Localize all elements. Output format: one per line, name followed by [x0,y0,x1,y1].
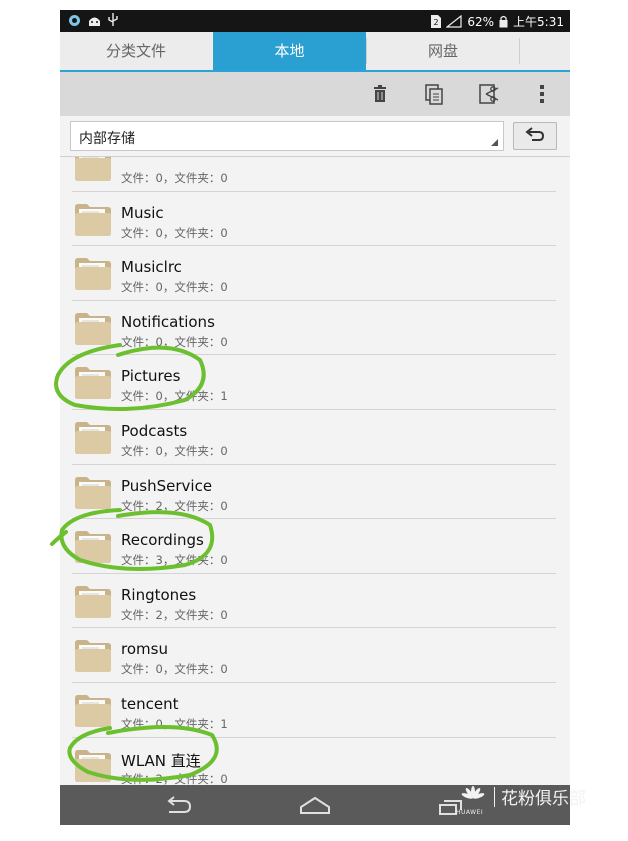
tab-categories[interactable]: 分类文件 [60,32,212,70]
parent-folder-button[interactable] [513,122,557,150]
cut-icon[interactable] [474,80,502,108]
folder-icon [75,312,111,345]
list-item[interactable]: PushService 文件：2，文件夹：0 [60,465,570,520]
watermark: 花粉俱乐部 [458,784,586,809]
clock: 上午5:31 [513,15,564,29]
folder-meta: 文件：0，文件夹：0 [121,280,228,295]
list-item[interactable]: Ringtones 文件：2，文件夹：0 [60,574,570,629]
signal-icon [446,15,462,28]
folder-name: romsu [121,640,168,659]
tab-bar: 分类文件 本地 网盘 [60,32,570,72]
storage-dropdown[interactable]: 内部存储 [70,121,504,151]
folder-name: Music [121,203,164,222]
folder-name: Musiclrc [121,258,182,277]
folder-name: PushService [121,476,213,495]
tab-divider [519,38,520,64]
back-arrow-icon [525,127,545,141]
folder-meta: 文件：0，文件夹：0 [121,225,228,240]
battery-percent: 62% [467,14,495,29]
folder-icon [75,422,111,454]
folder-icon [75,585,111,618]
folder-icon [75,367,111,400]
home-icon[interactable] [297,793,333,817]
folder-list: 文件：0，文件夹：0 Music 文件：0，文件夹：0 Musiclrc 文件：0，文件… [60,156,570,785]
watermark-divider [494,786,495,807]
folder-meta: 文件：0，文件夹：0 [121,444,228,458]
tab-cloud[interactable]: 网盘 [367,32,519,70]
list-item[interactable]: Musiclrc 文件：0，文件夹：0 [60,246,570,301]
folder-meta: 文件：2，文件夹：0 [121,771,228,785]
tab-local[interactable]: 本地 [213,32,366,70]
android-icon [89,17,100,26]
folder-icon [75,476,111,509]
folder-icon [75,640,111,673]
folder-meta: 文件：3，文件夹：0 [121,553,228,568]
list-item[interactable]: Music 文件：0，文件夹：0 [60,192,570,247]
folder-name: tencent [121,695,179,713]
folder-meta: 文件：2，文件夹：0 [121,498,228,513]
storage-label: 内部存储 [79,131,135,147]
watermark-text: 花粉俱乐部 [501,789,586,809]
usb-icon [108,13,118,26]
folder-meta: 文件：0，文件夹：0 [121,662,228,677]
back-icon[interactable] [160,793,196,817]
list-item[interactable]: 文件：0，文件夹：0 [60,157,570,192]
folder-name: Podcasts [121,422,188,440]
folder-icon [75,203,111,236]
folder-icon [75,157,111,181]
folder-meta: 文件：2，文件夹：0 [121,607,228,622]
list-item[interactable]: Pictures 文件：0，文件夹：1 [60,355,570,410]
lock-icon [499,15,508,28]
folder-icon [75,258,111,291]
folder-name: WLAN 直连 [121,751,201,770]
sync-icon [69,14,80,26]
list-item[interactable]: WLAN 直连 文件：2，文件夹：0 [60,738,570,785]
list-item[interactable]: romsu 文件：0，文件夹：0 [60,628,570,683]
delete-icon[interactable] [366,80,394,108]
status-right-icons: 2 62% 上午5:31 [431,13,564,30]
copy-icon[interactable] [420,80,448,108]
folder-meta: 文件：0，文件夹：1 [121,389,228,404]
list-item[interactable]: Recordings 文件：3，文件夹：0 [60,519,570,574]
list-item[interactable]: Notifications 文件：0，文件夹：0 [60,301,570,356]
status-left-icons [68,13,118,27]
dropdown-caret-icon [491,139,498,146]
more-icon[interactable] [528,80,556,108]
folder-icon [75,695,111,727]
folder-icon [75,749,111,782]
svg-text:2: 2 [434,18,439,27]
folder-name: Notifications [121,312,215,331]
folder-icon [75,531,111,564]
folder-meta: 文件：0，文件夹：1 [121,717,228,731]
huawei-logo-icon [461,785,485,799]
folder-name: Pictures [121,367,181,386]
action-toolbar [60,72,570,116]
path-bar: 内部存储 [60,116,570,156]
folder-meta: 文件：0，文件夹：0 [121,334,228,349]
folder-name: Ringtones [121,585,197,604]
status-bar: 2 62% 上午5:31 [60,10,570,32]
folder-name: Recordings [121,531,204,550]
folder-meta: 文件：0，文件夹：0 [121,171,228,185]
list-item[interactable]: Podcasts 文件：0，文件夹：0 [60,410,570,465]
watermark-brand: HUAWEI [456,809,484,816]
list-item[interactable]: tencent 文件：0，文件夹：1 [60,683,570,738]
phone-screen: 2 62% 上午5:31 分类文件 本地 网盘 内部存储 文件：0，文件夹：0 … [60,10,570,825]
sim-icon: 2 [431,15,442,28]
